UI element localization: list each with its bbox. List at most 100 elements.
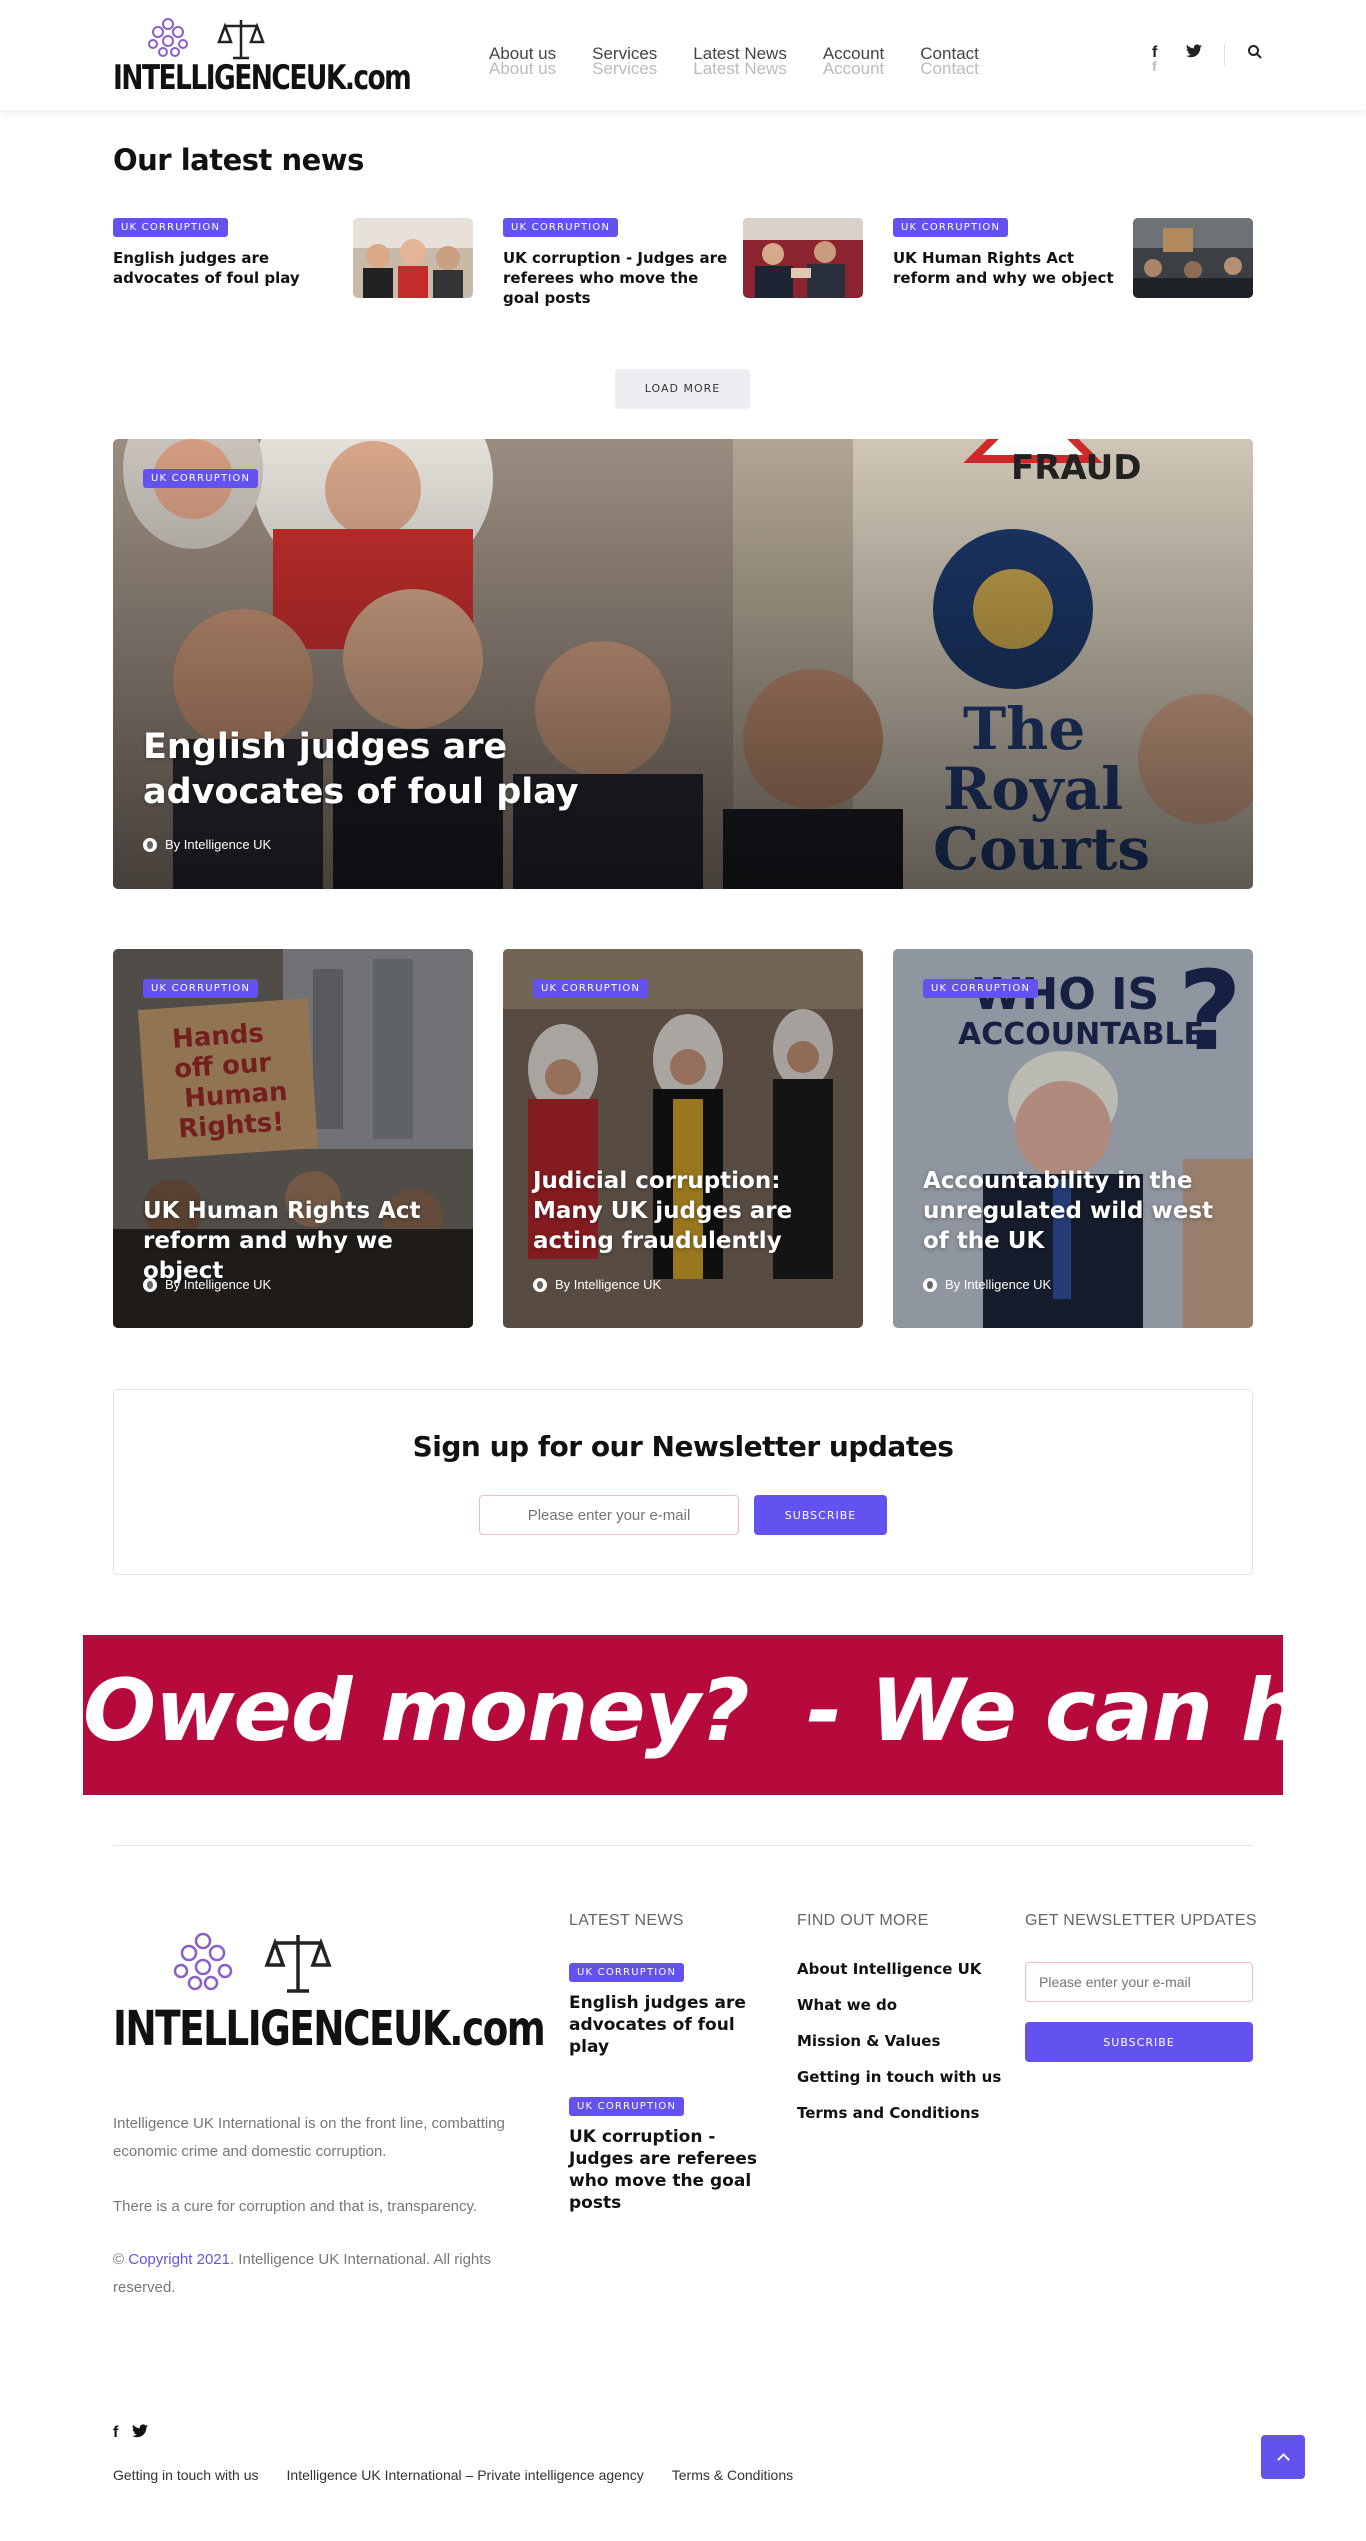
footer-email-field[interactable] — [1025, 1962, 1253, 2002]
footer-links: About Intelligence UK What we do Mission… — [797, 1960, 1001, 2140]
footer-link-about[interactable]: About Intelligence UK — [797, 1960, 1001, 1978]
card-image: WHO IS ACCOUNTABLE ? — [893, 949, 1253, 1328]
category-badge[interactable]: UK CORRUPTION — [533, 979, 649, 998]
site-logo[interactable]: INTELLIGENCEUK.com — [113, 14, 412, 106]
footer-news-item[interactable]: UK CORRUPTION UK corruption - Judges are… — [569, 2096, 774, 2214]
author-icon — [143, 1277, 157, 1292]
news-title[interactable]: English judges are advocates of foul pla… — [113, 248, 343, 288]
footer-link-mission[interactable]: Mission & Values — [797, 2032, 1001, 2050]
author-name: By Intelligence UK — [555, 1277, 662, 1292]
subscribe-button[interactable]: SUBSCRIBE — [754, 1495, 887, 1535]
card-title[interactable]: UK Human Rights Act reform and why we ob… — [143, 1196, 453, 1286]
nav-label-hover: Services — [592, 59, 658, 78]
news-title[interactable]: UK corruption - Judges are referees who … — [503, 248, 733, 308]
latest-news-title: Our latest news — [113, 143, 364, 177]
search-icon[interactable] — [1247, 44, 1263, 74]
category-badge[interactable]: UK CORRUPTION — [113, 218, 229, 237]
news-title[interactable]: UK Human Rights Act reform and why we ob… — [893, 248, 1123, 288]
email-field[interactable] — [479, 1495, 739, 1535]
footer-social: f — [113, 2424, 149, 2442]
nav-services[interactable]: Services Services — [592, 44, 657, 78]
author-byline[interactable]: By Intelligence UK — [143, 837, 271, 852]
author-icon — [143, 837, 157, 852]
footer-logo[interactable]: INTELLIGENCEUK.com — [113, 1925, 546, 2075]
author-name: By Intelligence UK — [945, 1277, 1052, 1292]
category-badge[interactable]: UK CORRUPTION — [569, 1963, 685, 1982]
news-thumbnail[interactable] — [1133, 218, 1253, 298]
footer-subscribe-button[interactable]: SUBSCRIBE — [1025, 2022, 1253, 2062]
footer-news-item[interactable]: UK CORRUPTION English judges are advocat… — [569, 1962, 774, 2058]
footer-copyright: © Copyright 2021. Intelligence UK Intern… — [113, 2246, 543, 2302]
article-card[interactable]: WHO IS ACCOUNTABLE ? UK CORRUPTION Accou… — [893, 949, 1253, 1328]
nav-contact[interactable]: Contact Contact — [920, 44, 979, 78]
site-header: INTELLIGENCEUK.com About us About us Serv… — [0, 0, 1366, 110]
footer-link-contact[interactable]: Getting in touch with us — [797, 2068, 1001, 2086]
nav-label-hover: About us — [489, 59, 557, 78]
category-badge[interactable]: UK CORRUPTION — [569, 2097, 685, 2116]
twitter-icon[interactable] — [1186, 44, 1202, 74]
footer-link-terms[interactable]: Terms and Conditions — [797, 2104, 1001, 2122]
author-byline[interactable]: By Intelligence UK — [533, 1277, 661, 1292]
article-cards: Hands off our Human Rights! UK CORRUPTIO… — [113, 949, 1253, 1328]
newsletter-box: Sign up for our Newsletter updates SUBSC… — [113, 1389, 1253, 1575]
bottom-link-terms[interactable]: Terms & Conditions — [672, 2467, 793, 2483]
footer-find-out-more-title: FIND OUT MORE — [797, 1912, 929, 1929]
footer-newsletter-title: GET NEWSLETTER UPDATES — [1025, 1912, 1257, 1929]
facebook-icon[interactable]: ff — [1152, 44, 1168, 74]
card-title[interactable]: Accountability in the unregulated wild w… — [923, 1166, 1233, 1256]
nav-about-us[interactable]: About us About us — [489, 44, 556, 78]
hero-title[interactable]: English judges are advocates of foul pla… — [143, 725, 703, 815]
footer-tagline: There is a cure for corruption and that … — [113, 2198, 478, 2215]
category-badge[interactable]: UK CORRUPTION — [893, 218, 1009, 237]
footer-news-title[interactable]: UK corruption - Judges are referees who … — [569, 2126, 774, 2214]
nav-latest-news[interactable]: Latest News Latest News — [693, 44, 787, 78]
footer-link-what-we-do[interactable]: What we do — [797, 1996, 1001, 2014]
category-badge[interactable]: UK CORRUPTION — [923, 979, 1039, 998]
hero-image: FRAUD The Royal Courts — [113, 439, 1253, 889]
copyright-link[interactable]: Copyright 2021 — [128, 2251, 230, 2268]
copyright-symbol: © — [113, 2251, 125, 2268]
category-badge[interactable]: UK CORRUPTION — [503, 218, 619, 237]
category-badge[interactable]: UK CORRUPTION — [143, 979, 259, 998]
newsletter-title: Sign up for our Newsletter updates — [412, 1430, 954, 1463]
news-item[interactable]: UK CORRUPTION UK Human Rights Act reform… — [893, 218, 1253, 308]
author-name: By Intelligence UK — [165, 1277, 272, 1292]
author-byline[interactable]: By Intelligence UK — [923, 1277, 1051, 1292]
author-name: By Intelligence UK — [165, 837, 272, 852]
bottom-link-contact[interactable]: Getting in touch with us — [113, 2467, 259, 2483]
header-icons: ff — [1152, 44, 1263, 74]
nav-label-hover: Contact — [920, 59, 979, 78]
latest-news-list: UK CORRUPTION English judges are advocat… — [113, 218, 1253, 308]
news-item[interactable]: UK CORRUPTION English judges are advocat… — [113, 218, 473, 308]
footer-divider — [113, 1845, 1253, 1846]
card-image — [503, 949, 863, 1328]
news-thumbnail[interactable] — [743, 218, 863, 298]
news-item[interactable]: UK CORRUPTION UK corruption - Judges are… — [503, 218, 863, 308]
facebook-icon[interactable]: f — [113, 2424, 118, 2442]
bottom-link-home[interactable]: Intelligence UK International – Private … — [287, 2467, 644, 2483]
twitter-icon[interactable] — [132, 2424, 149, 2442]
news-thumbnail[interactable] — [353, 218, 473, 298]
card-title[interactable]: Judicial corruption: Many UK judges are … — [533, 1166, 843, 1256]
category-badge[interactable]: UK CORRUPTION — [143, 469, 259, 488]
author-icon — [923, 1277, 937, 1292]
article-card[interactable]: Hands off our Human Rights! UK CORRUPTIO… — [113, 949, 473, 1328]
owed-money-banner[interactable]: Owed money? - We can help — [83, 1635, 1283, 1795]
nav-label-hover: Account — [822, 59, 885, 78]
back-to-top-button[interactable] — [1261, 2435, 1305, 2479]
nav-account[interactable]: Account Account — [823, 44, 884, 78]
hero-article[interactable]: FRAUD The Royal Courts UK CORRUPTION Eng… — [113, 439, 1253, 889]
load-more-button[interactable]: LOAD MORE — [615, 369, 750, 409]
footer-description: Intelligence UK International is on the … — [113, 2115, 505, 2160]
nav-label-hover: Latest News — [693, 59, 787, 78]
logo-text: INTELLIGENCEUK.com — [113, 58, 412, 98]
footer-latest-news-title: LATEST NEWS — [569, 1912, 684, 1929]
footer-bottom-links: Getting in touch with us Intelligence UK… — [113, 2467, 793, 2483]
banner-text: Owed money? - We can help — [83, 1661, 1283, 1761]
footer-news-title[interactable]: English judges are advocates of foul pla… — [569, 1992, 774, 2058]
author-byline[interactable]: By Intelligence UK — [143, 1277, 271, 1292]
author-icon — [533, 1277, 547, 1292]
article-card[interactable]: UK CORRUPTION Judicial corruption: Many … — [503, 949, 863, 1328]
header-divider — [1224, 44, 1225, 66]
main-nav: About us About us Services Services Latest… — [489, 44, 979, 78]
